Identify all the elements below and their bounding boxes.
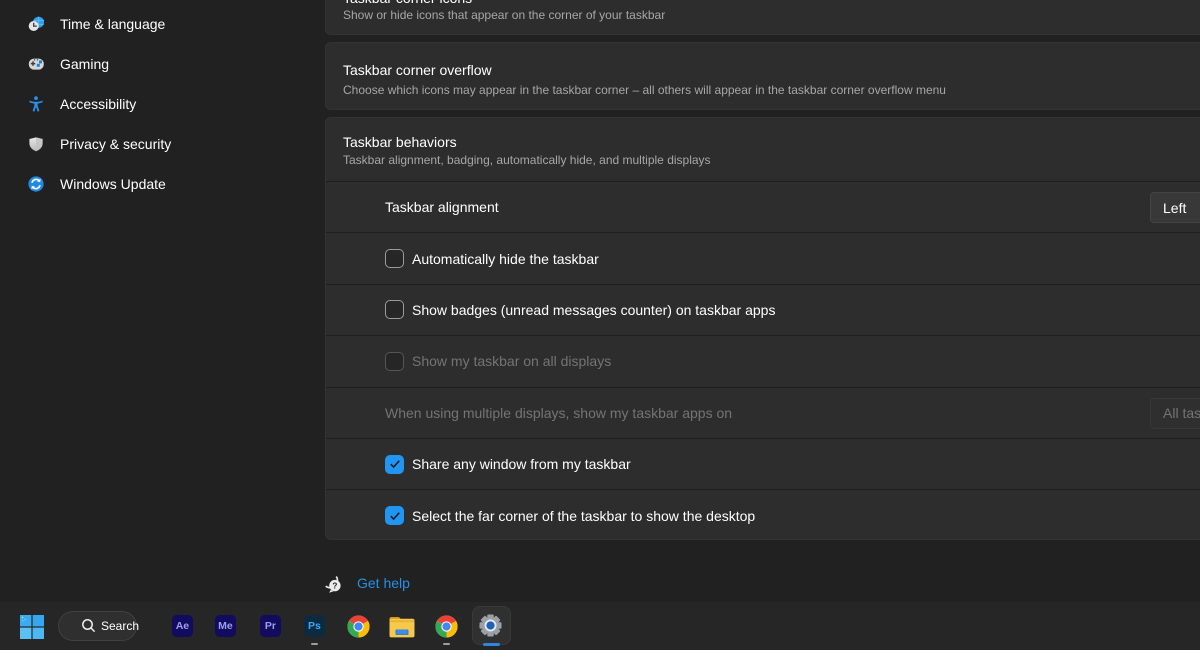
svg-text:?: ? <box>332 582 337 591</box>
